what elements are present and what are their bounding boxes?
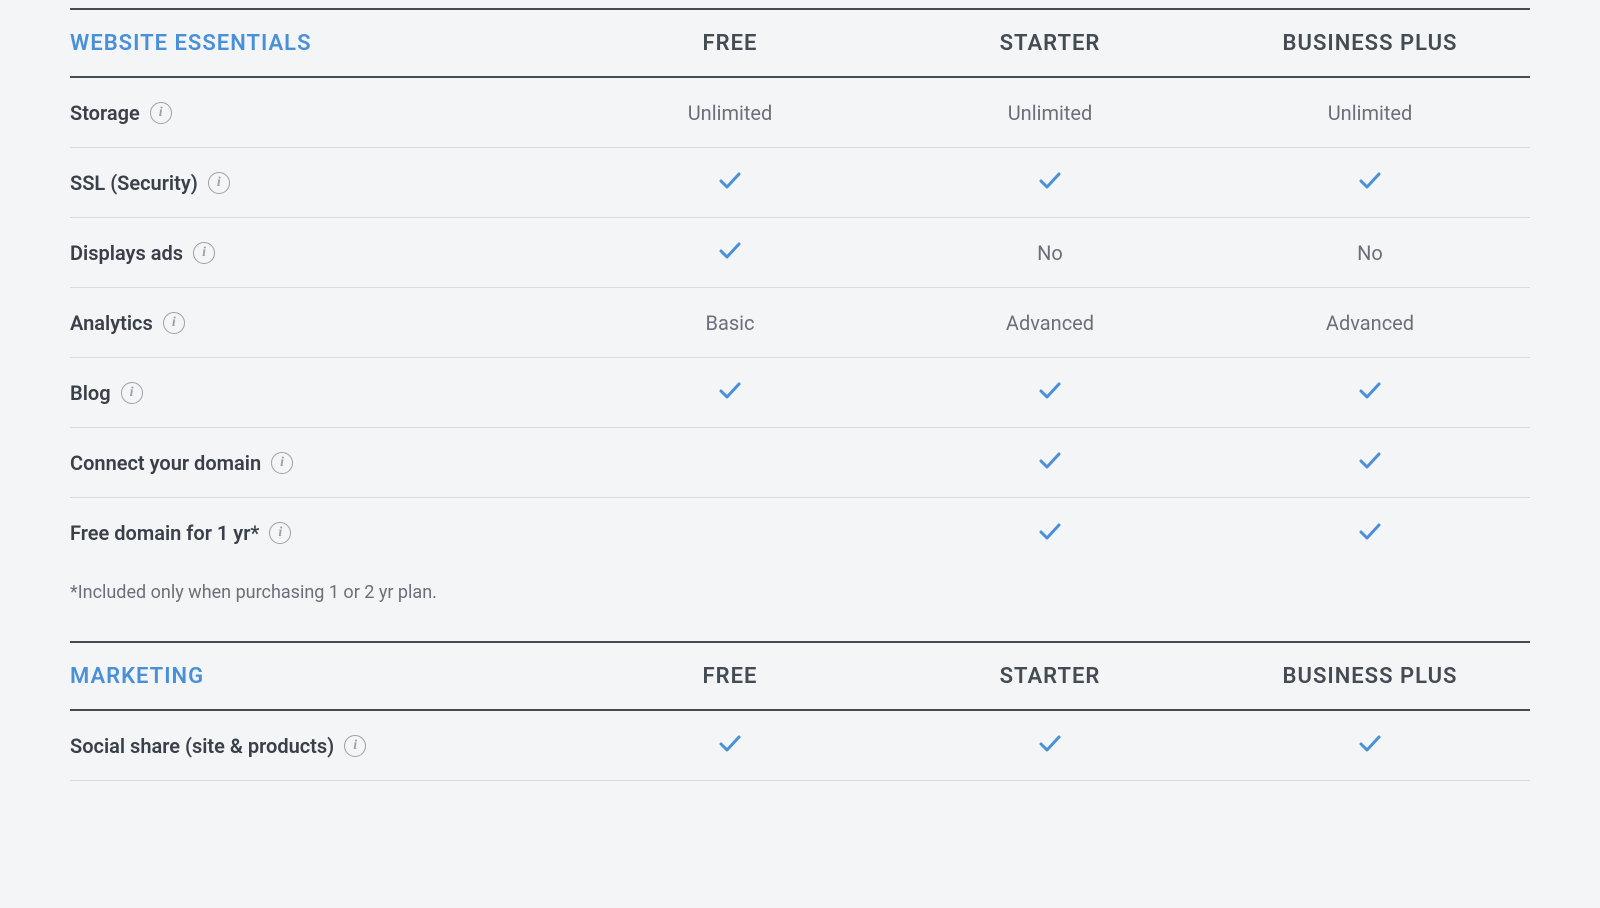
feature-row: Blogi	[70, 358, 1530, 428]
feature-label-cell: Free domain for 1 yr* i	[70, 521, 570, 545]
check-icon	[1358, 522, 1382, 546]
feature-label-cell: Social share (site & products) i	[70, 734, 570, 758]
feature-cell: No	[890, 241, 1210, 265]
check-icon	[1358, 171, 1382, 195]
feature-cell	[890, 521, 1210, 546]
info-icon[interactable]: i	[193, 242, 215, 264]
feature-cell: Advanced	[890, 311, 1210, 335]
feature-cell	[890, 380, 1210, 405]
column-header: FREE	[570, 664, 890, 689]
info-icon[interactable]: i	[271, 452, 293, 474]
feature-cell-text: Unlimited	[1008, 101, 1093, 125]
feature-cell	[1210, 733, 1530, 758]
feature-cell-text: Unlimited	[688, 101, 773, 125]
check-icon	[718, 381, 742, 405]
check-icon	[1038, 451, 1062, 475]
section-header: MARKETINGFREESTARTERBUSINESS PLUS	[70, 641, 1530, 711]
feature-cell	[890, 170, 1210, 195]
feature-label-cell: Blogi	[70, 381, 570, 405]
feature-cell: Unlimited	[570, 101, 890, 125]
info-icon[interactable]: i	[344, 735, 366, 757]
feature-cell	[890, 450, 1210, 475]
check-icon	[1038, 734, 1062, 758]
feature-cell: Unlimited	[890, 101, 1210, 125]
pricing-section: MARKETINGFREESTARTERBUSINESS PLUS Social …	[70, 641, 1530, 781]
info-icon[interactable]: i	[121, 382, 143, 404]
feature-cell	[1210, 170, 1530, 195]
feature-label: Displays ads	[70, 241, 183, 265]
feature-cell	[570, 733, 890, 758]
feature-cell-text: Basic	[706, 311, 755, 335]
pricing-section: WEBSITE ESSENTIALSFREESTARTERBUSINESS PL…	[70, 8, 1530, 633]
feature-label-cell: Displays ads i	[70, 241, 570, 265]
feature-cell: No	[1210, 241, 1530, 265]
info-icon[interactable]: i	[163, 312, 185, 334]
feature-label-cell: Analytics i	[70, 311, 570, 335]
column-header: BUSINESS PLUS	[1210, 664, 1530, 689]
column-header: STARTER	[890, 31, 1210, 56]
section-title: MARKETING	[70, 664, 570, 689]
info-icon[interactable]: i	[269, 522, 291, 544]
feature-cell	[570, 170, 890, 195]
check-icon	[1038, 381, 1062, 405]
feature-row: Social share (site & products) i	[70, 711, 1530, 781]
feature-cell	[570, 240, 890, 265]
section-footnote: *Included only when purchasing 1 or 2 yr…	[70, 568, 1530, 633]
feature-cell: Basic	[570, 311, 890, 335]
feature-label-cell: SSL (Security) i	[70, 171, 570, 195]
info-icon[interactable]: i	[150, 102, 172, 124]
feature-cell: Unlimited	[1210, 101, 1530, 125]
feature-row: Displays ads i No No	[70, 218, 1530, 288]
check-icon	[1038, 171, 1062, 195]
feature-row: Connect your domain i	[70, 428, 1530, 498]
feature-cell-text: Advanced	[1326, 311, 1414, 335]
info-icon[interactable]: i	[208, 172, 230, 194]
feature-cell	[570, 380, 890, 405]
feature-cell-text: No	[1357, 241, 1383, 265]
feature-row: Storage i Unlimited Unlimited Unlimited	[70, 78, 1530, 148]
check-icon	[718, 171, 742, 195]
feature-cell-text: Advanced	[1006, 311, 1094, 335]
column-header: FREE	[570, 31, 890, 56]
feature-cell	[890, 733, 1210, 758]
check-icon	[1358, 734, 1382, 758]
feature-cell	[1210, 521, 1530, 546]
feature-label: Connect your domain	[70, 451, 261, 475]
feature-row: Free domain for 1 yr* i	[70, 498, 1530, 568]
check-icon	[718, 241, 742, 265]
feature-cell: Advanced	[1210, 311, 1530, 335]
feature-cell	[1210, 450, 1530, 475]
feature-cell-text: Unlimited	[1328, 101, 1413, 125]
check-icon	[1038, 522, 1062, 546]
feature-label: Free domain for 1 yr*	[70, 521, 259, 545]
check-icon	[718, 734, 742, 758]
feature-cell	[1210, 380, 1530, 405]
feature-label: SSL (Security)	[70, 171, 198, 195]
column-header: BUSINESS PLUS	[1210, 31, 1530, 56]
feature-row: Analytics i Basic Advanced Advanced	[70, 288, 1530, 358]
feature-label: Analytics	[70, 311, 153, 335]
feature-row: SSL (Security) i	[70, 148, 1530, 218]
feature-label: Storage	[70, 101, 140, 125]
column-header: STARTER	[890, 664, 1210, 689]
feature-label-cell: Storage i	[70, 101, 570, 125]
check-icon	[1358, 381, 1382, 405]
feature-label: Blog	[70, 381, 111, 405]
section-title: WEBSITE ESSENTIALS	[70, 31, 570, 56]
feature-label-cell: Connect your domain i	[70, 451, 570, 475]
feature-cell-text: No	[1037, 241, 1063, 265]
section-header: WEBSITE ESSENTIALSFREESTARTERBUSINESS PL…	[70, 8, 1530, 78]
check-icon	[1358, 451, 1382, 475]
feature-label: Social share (site & products)	[70, 734, 334, 758]
